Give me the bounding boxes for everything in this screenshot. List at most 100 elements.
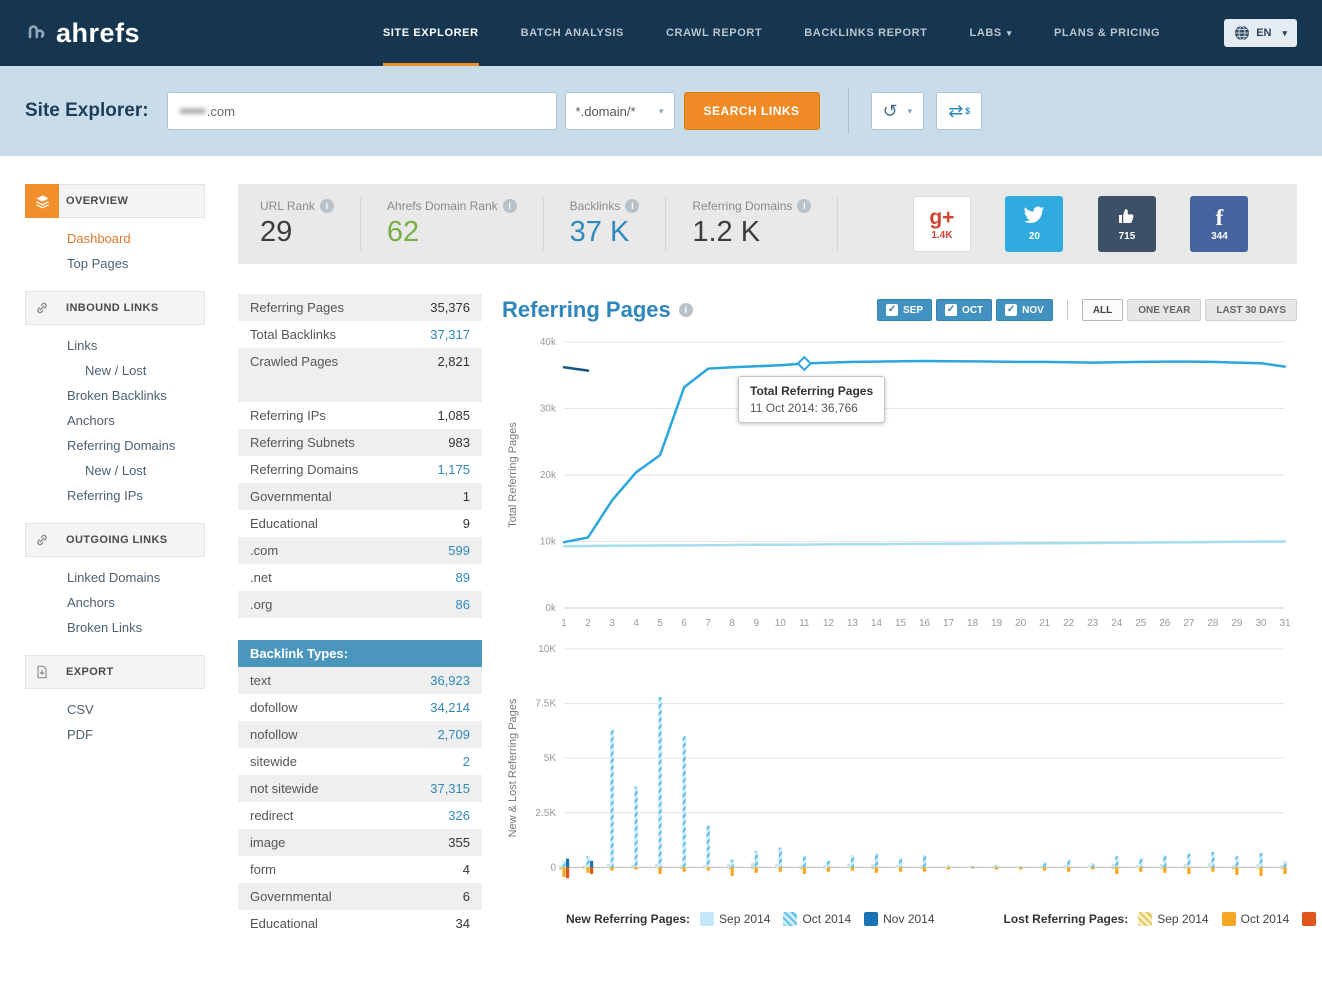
month-toggle-sep[interactable]: ✓SEP xyxy=(877,299,932,321)
search-links-button[interactable]: SEARCH LINKS xyxy=(684,92,820,130)
metric-ahrefs-domain-rank: Ahrefs Domain Ranki62 xyxy=(387,197,544,251)
sidebar-items: LinksNew / LostBroken BacklinksAnchorsRe… xyxy=(25,325,205,510)
range-button-last-30-days[interactable]: LAST 30 DAYS xyxy=(1205,299,1297,321)
stat-label: Governmental xyxy=(250,489,332,504)
sidebar-item-links[interactable]: Links xyxy=(25,333,205,358)
nav-item-plans-pricing[interactable]: PLANS & PRICING xyxy=(1054,0,1160,66)
chart-column: Referring Pages i ✓SEP✓OCT✓NOV ALLONE YE… xyxy=(502,294,1297,926)
sidebar-item-top-pages[interactable]: Top Pages xyxy=(25,251,205,276)
stat-value[interactable]: 1,175 xyxy=(437,462,470,477)
social-count: 20 xyxy=(1029,231,1040,242)
svg-text:1: 1 xyxy=(561,618,567,629)
sidebar-item-dashboard[interactable]: Dashboard xyxy=(25,226,205,251)
sidebar-item-anchors[interactable]: Anchors xyxy=(25,590,205,615)
month-toggle-nov[interactable]: ✓NOV xyxy=(996,299,1053,321)
compare-button[interactable]: ⇄$ xyxy=(936,92,982,130)
stat-value[interactable]: 2 xyxy=(463,754,470,769)
info-icon[interactable]: i xyxy=(503,199,517,213)
language-selector[interactable]: EN ▾ xyxy=(1224,19,1297,47)
stat-label: Crawled Pages xyxy=(250,354,338,369)
chart-header: Referring Pages i ✓SEP✓OCT✓NOV ALLONE YE… xyxy=(502,294,1297,326)
facebook-tile[interactable]: f344 xyxy=(1190,196,1248,252)
stat-value: 1 xyxy=(463,489,470,504)
nav-item-label: LABS xyxy=(970,27,1002,39)
stat-value[interactable]: 37,315 xyxy=(430,781,470,796)
svg-text:2: 2 xyxy=(585,618,591,629)
stat-value[interactable]: 2,709 xyxy=(437,727,470,742)
nav-item-crawl-report[interactable]: CRAWL REPORT xyxy=(666,0,762,66)
month-toggle-oct[interactable]: ✓OCT xyxy=(936,299,992,321)
metric-url-rank: URL Ranki29 xyxy=(260,197,361,251)
mode-select[interactable]: *.domain/* ▾ xyxy=(565,92,675,130)
metric-value[interactable]: 1.2 K xyxy=(692,216,811,249)
nav-items: SITE EXPLORER BATCH ANALYSIS CRAWL REPORT B… xyxy=(383,0,1160,66)
sidebar-section-inbound-links: INBOUND LINKSLinksNew / LostBroken Backl… xyxy=(25,291,205,510)
stat-row-image: image355 xyxy=(238,829,482,856)
stat-value[interactable]: 89 xyxy=(456,570,470,585)
legend-item-label: Oct 2014 xyxy=(1241,912,1290,926)
svg-text:11: 11 xyxy=(799,618,810,629)
twitter-tile[interactable]: 20 xyxy=(1005,196,1063,252)
backlink-types-rows: text36,923dofollow34,214nofollow2,709sit… xyxy=(238,667,482,937)
line-chart[interactable]: 0k10k20k30k40k12345678910111213141516171… xyxy=(502,334,1297,639)
sidebar-item-pdf[interactable]: PDF xyxy=(25,722,205,747)
nav-item-site-explorer[interactable]: SITE EXPLORER xyxy=(383,0,479,66)
sidebar-item-referring-domains[interactable]: Referring Domains xyxy=(25,433,205,458)
main-panel: URL Ranki29Ahrefs Domain Ranki62Backlink… xyxy=(238,184,1297,937)
likes-tile[interactable]: 715 xyxy=(1098,196,1156,252)
nav-item-labs[interactable]: LABS▾ xyxy=(970,0,1012,66)
svg-text:4: 4 xyxy=(633,618,639,629)
metric-value[interactable]: 37 K xyxy=(570,216,640,249)
sidebar-item-referring-ips[interactable]: Referring IPs xyxy=(25,483,205,508)
stats-table: Referring Pages35,376Total Backlinks37,3… xyxy=(238,294,482,618)
stat-value[interactable]: 86 xyxy=(456,597,470,612)
nav-item-batch-analysis[interactable]: BATCH ANALYSIS xyxy=(521,0,624,66)
nav-item-label: CRAWL REPORT xyxy=(666,27,762,39)
info-icon[interactable]: i xyxy=(679,303,693,317)
sidebar-item-broken-links[interactable]: Broken Links xyxy=(25,615,205,640)
social-tiles: g+1.4K 20 715 f344 xyxy=(864,196,1297,252)
svg-text:10k: 10k xyxy=(540,537,557,548)
sidebar-header-overview: OVERVIEW xyxy=(25,184,205,218)
stat-value[interactable]: 34,214 xyxy=(430,700,470,715)
legend-swatch xyxy=(864,912,878,926)
range-button-one-year[interactable]: ONE YEAR xyxy=(1127,299,1201,321)
stat-row-referring-domains: Referring Domains1,175 xyxy=(238,456,482,483)
language-label: EN xyxy=(1256,27,1271,39)
info-icon[interactable]: i xyxy=(320,199,334,213)
checkbox-checked-icon: ✓ xyxy=(886,304,898,316)
range-button-all[interactable]: ALL xyxy=(1082,299,1123,321)
sidebar-item-broken-backlinks[interactable]: Broken Backlinks xyxy=(25,383,205,408)
stat-value[interactable]: 599 xyxy=(448,543,470,558)
stat-value[interactable]: 37,317 xyxy=(430,327,470,342)
stat-value[interactable]: 326 xyxy=(448,808,470,823)
sidebar-item-new-lost[interactable]: New / Lost xyxy=(25,458,205,483)
sidebar: OVERVIEW DashboardTop Pages INBOUND LINKSL… xyxy=(25,184,205,762)
svg-text:0k: 0k xyxy=(545,603,557,614)
layers-icon xyxy=(25,184,59,218)
stat-row-governmental: Governmental6 xyxy=(238,883,482,910)
history-button[interactable]: ↺ ▾ xyxy=(871,92,925,130)
ahrefs-logo[interactable]: ahrefs xyxy=(25,18,140,49)
month-toggle-label: NOV xyxy=(1022,305,1044,316)
sidebar-item-linked-domains[interactable]: Linked Domains xyxy=(25,565,205,590)
nav-item-backlinks-report[interactable]: BACKLINKS REPORT xyxy=(804,0,927,66)
info-icon[interactable]: i xyxy=(625,199,639,213)
sidebar-item-anchors[interactable]: Anchors xyxy=(25,408,205,433)
sidebar-item-csv[interactable]: CSV xyxy=(25,697,205,722)
top-navbar: ahrefs SITE EXPLORER BATCH ANALYSIS CRAWL … xyxy=(0,0,1322,66)
search-band: Site Explorer: ■■■■■ .com *.domain/* ▾ S… xyxy=(0,66,1322,156)
legend-item-lost-nov-2014: Nov 2014 xyxy=(1302,912,1322,926)
svg-text:10K: 10K xyxy=(538,644,556,655)
sidebar-item-new-lost[interactable]: New / Lost xyxy=(25,358,205,383)
legend-swatch xyxy=(700,912,714,926)
svg-text:29: 29 xyxy=(1231,618,1243,629)
svg-text:5K: 5K xyxy=(544,753,557,764)
dollar-icon: $ xyxy=(965,106,970,116)
info-icon[interactable]: i xyxy=(797,199,811,213)
search-input[interactable]: ■■■■■ .com xyxy=(167,92,557,130)
google-plus-tile[interactable]: g+1.4K xyxy=(913,196,971,252)
month-toggles: ✓SEP✓OCT✓NOV xyxy=(877,299,1053,321)
bar-chart[interactable]: 02.5K5K7.5K10KNew & Lost Referring Pages xyxy=(502,643,1297,900)
stat-value[interactable]: 36,923 xyxy=(430,673,470,688)
